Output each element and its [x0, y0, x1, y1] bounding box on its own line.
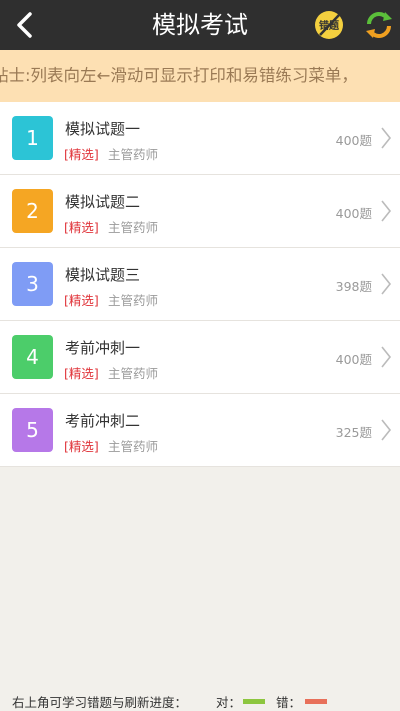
- refresh-button[interactable]: [362, 8, 396, 42]
- featured-tag: [精选]: [64, 147, 99, 162]
- number-badge: 4: [12, 335, 53, 379]
- tip-banner: 贴士:列表向左←滑动可显示打印和易错练习菜单，: [0, 50, 400, 102]
- exam-title: 模拟试题二: [65, 193, 141, 211]
- chevron-right-icon: [381, 273, 392, 295]
- wrong-legend-label: 错：: [276, 695, 302, 710]
- exam-title: 考前冲刺一: [65, 339, 141, 357]
- list-item[interactable]: 3 模拟试题三 [精选] 主管药师 398题: [0, 248, 400, 321]
- refresh-icon: [366, 12, 392, 38]
- list-item[interactable]: 5 考前冲刺二 [精选] 主管药师 325题: [0, 394, 400, 467]
- top-bar: 模拟考试 错题: [0, 0, 400, 50]
- question-count: 325题: [335, 425, 372, 440]
- chevron-right-icon: [381, 419, 392, 441]
- number-badge: 3: [12, 262, 53, 306]
- list-item[interactable]: 4 考前冲刺一 [精选] 主管药师 400题: [0, 321, 400, 394]
- question-count: 400题: [335, 206, 372, 221]
- question-count: 398题: [335, 279, 372, 294]
- wrong-questions-icon: 错题: [315, 11, 343, 39]
- featured-tag: [精选]: [64, 439, 99, 454]
- featured-tag: [精选]: [64, 293, 99, 308]
- correct-swatch: [243, 699, 265, 704]
- number-badge: 1: [12, 116, 53, 160]
- chevron-right-icon: [381, 200, 392, 222]
- exam-category: 主管药师: [108, 366, 159, 381]
- exam-title: 模拟试题三: [65, 266, 141, 284]
- correct-legend-label: 对：: [216, 695, 242, 710]
- featured-tag: [精选]: [64, 366, 99, 381]
- number-badge: 2: [12, 189, 53, 233]
- exam-category: 主管药师: [108, 220, 159, 235]
- number-badge: 5: [12, 408, 53, 452]
- exam-category: 主管药师: [108, 439, 159, 454]
- list-item[interactable]: 1 模拟试题一 [精选] 主管药师 400题: [0, 102, 400, 175]
- question-count: 400题: [335, 352, 372, 367]
- exam-list: 1 模拟试题一 [精选] 主管药师 400题 2 模拟试题二 [精选] 主管药师…: [0, 102, 400, 467]
- exam-title: 考前冲刺二: [65, 412, 141, 430]
- featured-tag: [精选]: [64, 220, 99, 235]
- exam-title: 模拟试题一: [65, 120, 141, 138]
- exam-category: 主管药师: [108, 147, 159, 162]
- tip-text: 贴士:列表向左←滑动可显示打印和易错练习菜单，: [0, 66, 358, 85]
- wrong-swatch: [305, 699, 327, 704]
- exam-category: 主管药师: [108, 293, 159, 308]
- question-count: 400题: [335, 133, 372, 148]
- legend-footer: 右上角可学习错题与刷新进度： 对： 错：: [0, 688, 400, 711]
- chevron-right-icon: [381, 127, 392, 149]
- chevron-right-icon: [381, 346, 392, 368]
- list-item[interactable]: 2 模拟试题二 [精选] 主管药师 400题: [0, 175, 400, 248]
- wrong-questions-button[interactable]: 错题: [312, 8, 346, 42]
- footer-hint: 右上角可学习错题与刷新进度：: [12, 695, 188, 710]
